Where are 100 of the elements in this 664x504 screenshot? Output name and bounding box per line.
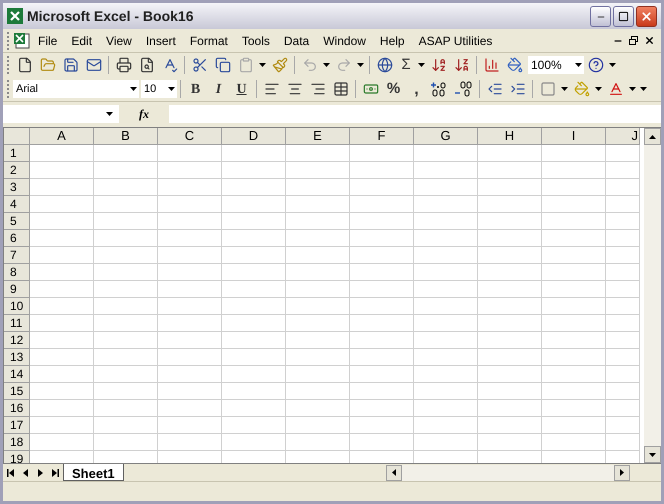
grid-cell[interactable] (350, 196, 414, 213)
grid-cell[interactable] (30, 298, 94, 315)
menu-item[interactable]: Window (316, 32, 373, 50)
scroll-down-button[interactable] (644, 446, 661, 463)
grid-cell[interactable] (414, 281, 478, 298)
row-header[interactable]: 1 (4, 145, 30, 162)
grid-cell[interactable] (350, 349, 414, 366)
grid-cell[interactable] (94, 383, 158, 400)
percent-button[interactable]: % (382, 78, 405, 100)
grid-cell[interactable] (286, 366, 350, 383)
grid-cell[interactable] (222, 247, 286, 264)
column-header[interactable]: F (350, 128, 414, 145)
grid-cell[interactable] (286, 400, 350, 417)
zoom-field[interactable]: 100% (528, 56, 584, 74)
grid-cell[interactable] (542, 417, 606, 434)
grid-cell[interactable] (606, 145, 640, 162)
grid-cell[interactable] (542, 400, 606, 417)
grid-cell[interactable] (606, 366, 640, 383)
grid-cell[interactable] (542, 162, 606, 179)
grid-cell[interactable] (350, 315, 414, 332)
grid-cell[interactable] (478, 315, 542, 332)
grid-cell[interactable] (94, 281, 158, 298)
row-header[interactable]: 12 (4, 332, 30, 349)
grid-cell[interactable] (414, 162, 478, 179)
grid-cell[interactable] (222, 417, 286, 434)
menu-item[interactable]: Insert (138, 32, 183, 50)
grid-cell[interactable] (478, 247, 542, 264)
grid-cell[interactable] (158, 434, 222, 451)
grid-cell[interactable] (94, 247, 158, 264)
grid-cell[interactable] (414, 264, 478, 281)
column-header[interactable]: E (286, 128, 350, 145)
grid-cell[interactable] (542, 196, 606, 213)
grid-cell[interactable] (350, 213, 414, 230)
grid-cell[interactable] (414, 315, 478, 332)
grid-cell[interactable] (542, 145, 606, 162)
grid-cell[interactable] (222, 383, 286, 400)
grid-cell[interactable] (30, 281, 94, 298)
grid-cell[interactable] (94, 366, 158, 383)
grid-cell[interactable] (542, 247, 606, 264)
grid-cell[interactable] (222, 264, 286, 281)
decrease-decimal-icon[interactable] (454, 81, 474, 97)
grid-cell[interactable] (542, 264, 606, 281)
dropdown-caret-icon[interactable] (106, 112, 113, 116)
grid-cell[interactable] (222, 315, 286, 332)
grid-cell[interactable] (222, 213, 286, 230)
grid-cell[interactable] (350, 434, 414, 451)
maximize-button[interactable] (613, 6, 634, 26)
grid-cell[interactable] (286, 315, 350, 332)
grid-cell[interactable] (478, 196, 542, 213)
grid-cell[interactable] (606, 213, 640, 230)
font-field[interactable]: Arial (13, 80, 139, 98)
grid-cell[interactable] (414, 179, 478, 196)
grid-cell[interactable] (606, 417, 640, 434)
column-header[interactable]: C (158, 128, 222, 145)
grid-cell[interactable] (414, 400, 478, 417)
grid-cell[interactable] (350, 298, 414, 315)
grid-cell[interactable] (414, 434, 478, 451)
grid-cell[interactable] (94, 162, 158, 179)
font-size-field[interactable]: 10 (141, 80, 177, 98)
grid-cell[interactable] (158, 332, 222, 349)
grid-cell[interactable] (478, 332, 542, 349)
grid-cell[interactable] (94, 349, 158, 366)
grid-cell[interactable] (350, 162, 414, 179)
grid-cell[interactable] (414, 417, 478, 434)
menu-item[interactable]: Tools (234, 32, 277, 50)
grid-cell[interactable] (222, 349, 286, 366)
grid-cell[interactable] (222, 400, 286, 417)
menu-item[interactable]: Data (276, 32, 316, 50)
row-header[interactable]: 5 (4, 213, 30, 230)
grid-cell[interactable] (30, 383, 94, 400)
menu-item[interactable]: View (99, 32, 139, 50)
select-all-corner[interactable] (4, 128, 30, 145)
scroll-right-button[interactable] (614, 464, 630, 480)
grid-cell[interactable] (606, 332, 640, 349)
grid-cell[interactable] (414, 366, 478, 383)
grid-cell[interactable] (606, 162, 640, 179)
row-header[interactable]: 15 (4, 383, 30, 400)
grid-cell[interactable] (350, 417, 414, 434)
grid-cell[interactable] (222, 179, 286, 196)
grid-cell[interactable] (286, 298, 350, 315)
grid-cell[interactable] (542, 179, 606, 196)
row-header[interactable]: 4 (4, 196, 30, 213)
row-header[interactable]: 17 (4, 417, 30, 434)
grid-cell[interactable] (158, 298, 222, 315)
grid-cell[interactable] (542, 349, 606, 366)
grid-cell[interactable] (94, 196, 158, 213)
column-header[interactable]: B (94, 128, 158, 145)
insert-function-button[interactable]: fx (119, 105, 169, 123)
grid-cell[interactable] (414, 230, 478, 247)
grid-cell[interactable] (94, 298, 158, 315)
close-workbook-icon[interactable] (644, 35, 655, 46)
column-header[interactable]: I (542, 128, 606, 145)
previous-sheet-icon[interactable] (22, 468, 29, 476)
grid-cell[interactable] (478, 264, 542, 281)
column-header[interactable]: A (30, 128, 94, 145)
grid-cell[interactable] (478, 298, 542, 315)
grid-cell[interactable] (478, 434, 542, 451)
grid-cell[interactable] (286, 264, 350, 281)
grid-cell[interactable] (158, 213, 222, 230)
grid-cell[interactable] (158, 145, 222, 162)
